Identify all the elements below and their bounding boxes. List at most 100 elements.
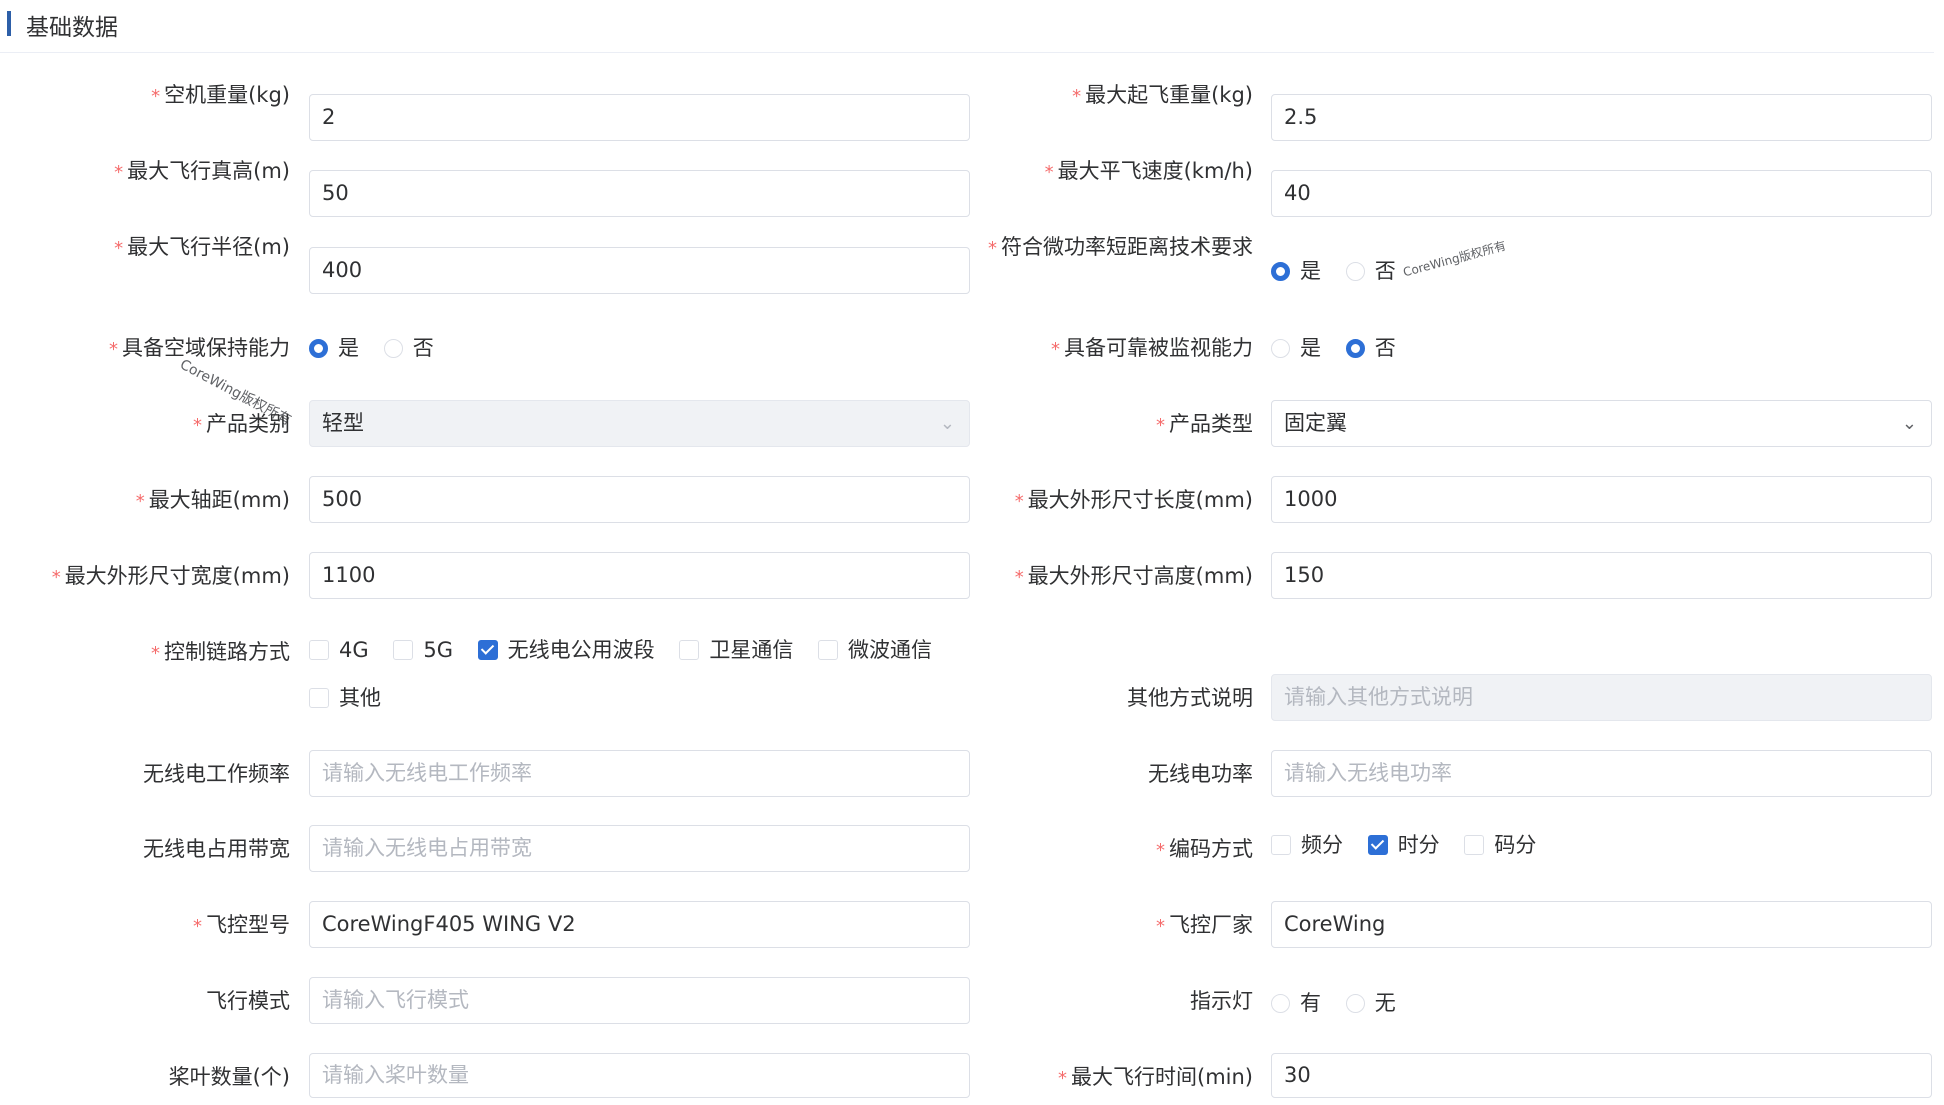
max-altitude-input[interactable]: 50 [309, 170, 970, 217]
max-flight-time-label: * 最大飞行时间(min) [1058, 1065, 1253, 1089]
indicator-label: 指示灯 [1190, 989, 1253, 1013]
chevron-down-icon: ⌄ [939, 413, 955, 434]
blade-count-input[interactable]: 请输入桨叶数量 [309, 1053, 970, 1098]
control-link-4g-checkbox[interactable]: 4G [309, 635, 369, 665]
other-desc-input[interactable]: 请输入其他方式说明 [1271, 674, 1932, 721]
micro-power-yes-radio[interactable]: 是 [1271, 256, 1321, 286]
empty-weight-input[interactable]: 2 [309, 94, 970, 141]
flight-mode-input[interactable]: 请输入飞行模式 [309, 977, 970, 1024]
required-mark: * [1058, 1068, 1067, 1089]
max-altitude-label: * 最大飞行真高(m) [114, 159, 290, 183]
radio-circle[interactable] [1345, 261, 1365, 281]
checkbox-box[interactable] [1271, 835, 1291, 855]
required-mark: * [109, 339, 118, 360]
airspace-keep-radio-group: 是 否 [309, 333, 452, 366]
checkbox-box[interactable] [1367, 835, 1388, 855]
required-mark: * [114, 162, 124, 183]
required-mark: * [135, 491, 145, 512]
checkbox-box[interactable] [679, 640, 700, 660]
encoding-label: * 编码方式 [1156, 837, 1253, 861]
radio-circle[interactable] [1345, 338, 1365, 358]
required-mark: * [114, 238, 124, 259]
radio-bandwidth-input[interactable]: 请输入无线电占用带宽 [309, 825, 970, 872]
checkbox-box[interactable] [309, 688, 329, 708]
max-flight-time-input[interactable]: 30 [1271, 1053, 1932, 1098]
control-link-other-checkbox[interactable]: 其他 [309, 683, 381, 713]
fc-vendor-input[interactable]: CoreWing [1271, 901, 1932, 948]
flight-mode-label: 飞行模式 [206, 989, 290, 1013]
control-link-5g-checkbox[interactable]: 5G [393, 635, 453, 665]
required-mark: * [51, 567, 61, 588]
control-link-label: * 控制链路方式 [151, 640, 290, 664]
control-link-satellite-checkbox[interactable]: 卫星通信 [679, 635, 793, 665]
required-mark: * [1156, 840, 1165, 861]
product-category-select[interactable]: 轻型 ⌄ [309, 400, 970, 447]
checkbox-box[interactable] [1464, 835, 1485, 855]
section-title: 基础数据 [26, 15, 118, 41]
checkbox-box[interactable] [309, 640, 329, 660]
max-height-input[interactable]: 150 [1271, 552, 1932, 599]
radio-circle[interactable] [1271, 993, 1290, 1013]
required-mark: * [988, 238, 997, 259]
max-takeoff-weight-input[interactable]: 2.5 [1271, 94, 1932, 141]
radio-bandwidth-label: 无线电占用带宽 [143, 837, 290, 861]
indicator-yes-radio[interactable]: 有 [1271, 988, 1321, 1018]
max-height-label: * 最大外形尺寸高度(mm) [1014, 564, 1253, 588]
max-length-input[interactable]: 1000 [1271, 476, 1932, 523]
other-desc-label: 其他方式说明 [1127, 686, 1253, 710]
watermark: CoreWing版权所有 [1401, 238, 1508, 280]
radio-circle[interactable] [1345, 993, 1365, 1013]
max-speed-label: * 最大平飞速度(km/h) [1044, 159, 1253, 183]
radio-circle[interactable] [383, 338, 403, 358]
airspace-keep-yes-radio[interactable]: 是 [309, 333, 359, 363]
radio-power-input[interactable]: 请输入无线电功率 [1271, 750, 1932, 797]
product-type-select[interactable]: 固定翼 ⌄ [1271, 400, 1932, 447]
section-accent-bar [7, 11, 11, 36]
micro-power-radio-group: 是 否 [1271, 256, 1414, 289]
radio-circle[interactable] [1271, 338, 1290, 358]
encoding-cdm-checkbox[interactable]: 码分 [1464, 830, 1536, 860]
encoding-tdm-checkbox[interactable]: 时分 [1367, 830, 1440, 860]
airspace-keep-no-radio[interactable]: 否 [383, 333, 434, 363]
radio-circle[interactable] [309, 338, 328, 358]
chevron-down-icon: ⌄ [1901, 413, 1917, 434]
required-mark: * [1072, 86, 1082, 107]
checkbox-box[interactable] [818, 640, 839, 660]
micro-power-no-radio[interactable]: 否 [1345, 256, 1396, 286]
max-wheelbase-label: * 最大轴距(mm) [135, 488, 290, 512]
monitorable-yes-radio[interactable]: 是 [1271, 333, 1321, 363]
required-mark: * [1156, 415, 1165, 436]
indicator-no-radio[interactable]: 无 [1345, 988, 1396, 1018]
indicator-radio-group: 有 无 [1271, 988, 1414, 1021]
required-mark: * [1044, 162, 1054, 183]
checkbox-box[interactable] [477, 640, 498, 660]
control-link-radio-band-checkbox[interactable]: 无线电公用波段 [477, 635, 655, 665]
control-link-checkbox-group-2: 其他 [309, 683, 399, 716]
monitorable-no-radio[interactable]: 否 [1345, 333, 1396, 363]
checkbox-box[interactable] [393, 640, 414, 660]
required-mark: * [193, 916, 202, 937]
product-type-label: * 产品类型 [1156, 412, 1253, 436]
radio-circle[interactable] [1271, 261, 1290, 281]
airspace-keep-label: * 具备空域保持能力 [109, 336, 290, 360]
max-radius-input[interactable]: 400 [309, 247, 970, 294]
encoding-checkbox-group: 频分 时分 码分 [1271, 830, 1554, 863]
required-mark: * [193, 415, 202, 436]
max-width-input[interactable]: 1100 [309, 552, 970, 599]
radio-freq-input[interactable]: 请输入无线电工作频率 [309, 750, 970, 797]
monitorable-label: * 具备可靠被监视能力 [1051, 336, 1253, 360]
max-radius-label: * 最大飞行半径(m) [114, 235, 290, 259]
required-mark: * [151, 86, 161, 107]
max-speed-input[interactable]: 40 [1271, 170, 1932, 217]
fc-model-input[interactable]: CoreWingF405 WING V2 [309, 901, 970, 948]
max-wheelbase-input[interactable]: 500 [309, 476, 970, 523]
required-mark: * [1156, 916, 1165, 937]
required-mark: * [151, 643, 160, 664]
control-link-microwave-checkbox[interactable]: 微波通信 [818, 635, 932, 665]
encoding-fdm-checkbox[interactable]: 频分 [1271, 830, 1343, 860]
radio-power-label: 无线电功率 [1148, 762, 1253, 786]
fc-vendor-label: * 飞控厂家 [1156, 913, 1253, 937]
radio-freq-label: 无线电工作频率 [143, 762, 290, 786]
fc-model-label: * 飞控型号 [193, 913, 290, 937]
required-mark: * [1014, 567, 1024, 588]
